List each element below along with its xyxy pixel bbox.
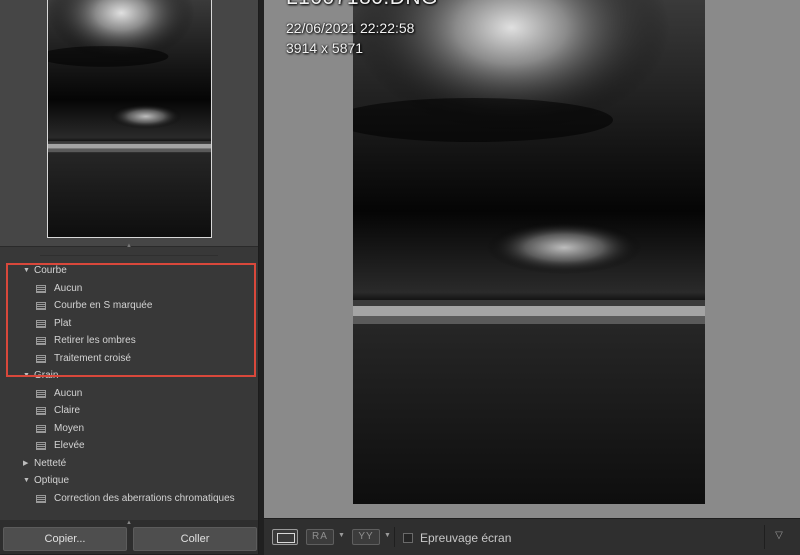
preset-icon xyxy=(36,494,46,503)
preset-icon xyxy=(36,284,46,293)
preset-item-label: Traitement croisé xyxy=(54,352,131,364)
photo-dimensions: 3914 x 5871 xyxy=(286,40,364,56)
main-photo[interactable] xyxy=(353,0,705,504)
preset-item[interactable]: Traitement croisé xyxy=(0,350,258,368)
preset-icon xyxy=(36,389,46,398)
before-after-top-bottom-button[interactable]: YY xyxy=(352,529,380,545)
copy-settings-button[interactable]: Copier... xyxy=(3,527,127,551)
preset-item[interactable]: Retirer les ombres xyxy=(0,332,258,350)
toolbar: RA ▼ YY ▼ Epreuvage écran ▽ xyxy=(264,518,800,555)
toolbar-menu-button[interactable]: ▽ xyxy=(770,529,788,543)
triangle-right-icon: ▶ xyxy=(23,459,29,467)
preset-icon xyxy=(36,319,46,328)
triangle-down-icon: ▼ xyxy=(23,477,30,484)
navigator-photo xyxy=(48,0,211,237)
preset-icon xyxy=(36,424,46,433)
chevron-down-icon[interactable]: ▼ xyxy=(338,532,345,539)
paste-settings-button[interactable]: Coller xyxy=(133,527,257,551)
soft-proofing-label[interactable]: Epreuvage écran xyxy=(420,531,511,545)
panel-collapse-icon[interactable]: ▲ xyxy=(126,243,132,249)
preset-item[interactable]: Elevée xyxy=(0,437,258,455)
preset-item-label: Courbe en S marquée xyxy=(54,300,153,311)
preset-item-label: Correction des aberrations chromatiques xyxy=(54,492,235,504)
preset-item[interactable]: Courbe en S marquée xyxy=(0,297,258,315)
preset-icon xyxy=(36,442,46,450)
preset-item[interactable]: Aucun xyxy=(0,385,258,403)
triangle-down-icon: ▼ xyxy=(23,372,30,379)
photo-datetime: 22/06/2021 22:22:58 xyxy=(286,20,415,36)
preset-icon xyxy=(36,337,46,345)
preset-group-courbe[interactable]: ▼ Courbe xyxy=(0,262,258,280)
photo-filename: L1007180.DNG xyxy=(286,0,438,10)
soft-proofing-checkbox[interactable] xyxy=(403,533,413,543)
preset-item[interactable]: Correction des aberrations chromatiques xyxy=(0,490,258,508)
toolbar-separator xyxy=(394,527,395,547)
chevron-down-icon[interactable]: ▼ xyxy=(384,532,391,539)
photo-image xyxy=(353,0,705,504)
preset-icon xyxy=(36,354,46,363)
loupe-view-button[interactable] xyxy=(272,529,298,545)
toolbar-separator xyxy=(764,525,765,549)
preset-item[interactable]: Aucun xyxy=(0,280,258,298)
preset-item[interactable]: Claire xyxy=(0,402,258,420)
preset-group-grain[interactable]: ▼ Grain xyxy=(0,367,258,385)
panel-divider xyxy=(40,255,218,256)
before-after-left-right-button[interactable]: RA xyxy=(306,529,334,545)
left-panel: ▲ ▼ Courbe Aucun Courbe en S marquée Pla… xyxy=(0,0,259,554)
preset-item-label: Retirer les ombres xyxy=(54,335,136,346)
loupe-icon xyxy=(277,533,295,543)
preset-item[interactable]: Moyen xyxy=(0,420,258,438)
preset-item[interactable]: Plat xyxy=(0,315,258,333)
preset-icon xyxy=(36,302,46,310)
preset-group-nettete[interactable]: ▶ Netteté xyxy=(0,455,258,473)
preset-icon xyxy=(36,407,46,415)
preset-group-optique[interactable]: ▼ Optique xyxy=(0,472,258,490)
navigator-preview[interactable] xyxy=(47,0,212,238)
navigator-panel: ▲ xyxy=(0,0,258,249)
main-image-view[interactable]: L1007180.DNG 22/06/2021 22:22:58 3914 x … xyxy=(264,0,800,518)
panel-collapse-icon[interactable]: ▲ xyxy=(126,520,132,526)
triangle-down-icon: ▼ xyxy=(23,267,30,274)
presets-list: ▼ Courbe Aucun Courbe en S marquée Plat … xyxy=(0,262,258,517)
bottom-button-bar: ▲ Copier... Coller xyxy=(0,520,258,554)
